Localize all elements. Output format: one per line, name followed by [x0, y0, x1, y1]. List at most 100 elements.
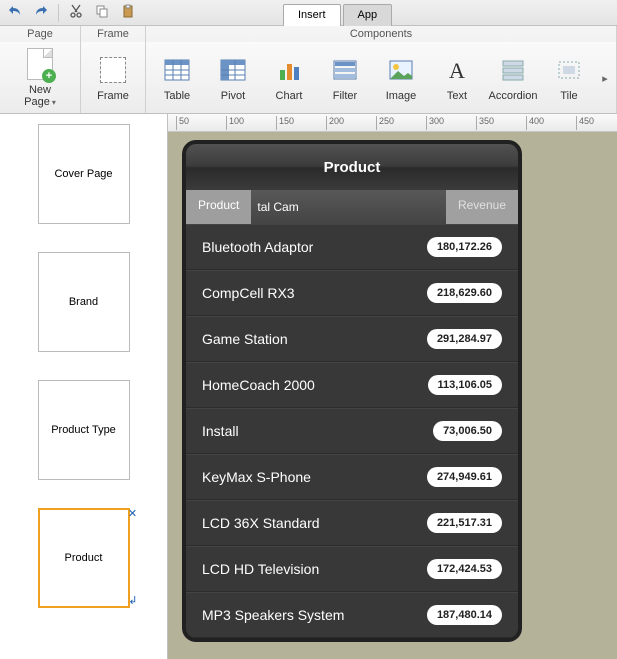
- panel-column-headers: Product tal Cam Revenue: [186, 190, 518, 224]
- product-name: LCD HD Television: [202, 561, 319, 577]
- table-row[interactable]: CompCell RX3 218,629.60: [186, 270, 518, 316]
- frame-button[interactable]: Frame: [85, 44, 141, 112]
- pivot-label: Pivot: [221, 90, 245, 102]
- table-icon: [161, 54, 193, 86]
- paste-icon: [120, 3, 136, 22]
- group-label-page: Page: [0, 26, 80, 42]
- revenue-value: 291,284.97: [427, 329, 502, 349]
- table-row[interactable]: LCD HD Television 172,424.53: [186, 546, 518, 592]
- text-button[interactable]: A Text: [430, 44, 484, 112]
- ribbon: Page + New Page▾ Frame Frame Components …: [0, 26, 617, 114]
- thumb-label: Brand: [69, 296, 98, 308]
- table-button[interactable]: Table: [150, 44, 204, 112]
- dropdown-icon: ▾: [52, 98, 56, 107]
- product-name: Game Station: [202, 331, 288, 347]
- ruler-tick: 50: [176, 116, 189, 130]
- chart-button[interactable]: Chart: [262, 44, 316, 112]
- revenue-value: 274,949.61: [427, 467, 502, 487]
- frame-icon: [97, 54, 129, 86]
- svg-text:A: A: [449, 58, 465, 83]
- ruler-tick: 400: [526, 116, 544, 130]
- image-label: Image: [386, 90, 417, 102]
- revenue-value: 73,006.50: [433, 421, 502, 441]
- product-name: CompCell RX3: [202, 285, 295, 301]
- pivot-icon: [217, 54, 249, 86]
- product-name: HomeCoach 2000: [202, 377, 315, 393]
- image-button[interactable]: Image: [374, 44, 428, 112]
- group-label-frame: Frame: [81, 26, 145, 42]
- product-panel[interactable]: Product Product tal Cam Revenue Bluetoot…: [182, 140, 522, 642]
- ruler-tick: 250: [376, 116, 394, 130]
- redo-button[interactable]: [30, 2, 52, 24]
- canvas[interactable]: Product Product tal Cam Revenue Bluetoot…: [168, 132, 617, 659]
- product-name: KeyMax S-Phone: [202, 469, 311, 485]
- enter-arrow-icon[interactable]: ↲: [128, 596, 137, 607]
- close-icon[interactable]: ✕: [128, 509, 138, 519]
- product-name: LCD 36X Standard: [202, 515, 320, 531]
- image-icon: [385, 54, 417, 86]
- accordion-button[interactable]: Accordion: [486, 44, 540, 112]
- ribbon-scroll-right[interactable]: ▸: [598, 44, 612, 112]
- table-row[interactable]: HomeCoach 2000 113,106.05: [186, 362, 518, 408]
- chart-label: Chart: [276, 90, 303, 102]
- new-page-label: New Page: [24, 84, 51, 108]
- product-name: Install: [202, 423, 239, 439]
- table-label: Table: [164, 90, 190, 102]
- thumb-label: Cover Page: [54, 168, 112, 180]
- tab-app[interactable]: App: [343, 4, 393, 26]
- revenue-value: 113,106.05: [428, 375, 502, 395]
- quick-access-toolbar: Insert App: [0, 0, 617, 26]
- ruler: 50100150200250300350400450: [168, 114, 617, 132]
- accordion-label: Accordion: [489, 90, 538, 102]
- filter-icon: [329, 54, 361, 86]
- accordion-icon: [497, 54, 529, 86]
- scissors-icon: [68, 3, 84, 22]
- paste-button[interactable]: [117, 2, 139, 24]
- revenue-value: 218,629.60: [427, 283, 502, 303]
- table-row[interactable]: Install 73,006.50: [186, 408, 518, 454]
- thumb-brand[interactable]: Brand: [38, 252, 130, 352]
- ruler-tick: 200: [326, 116, 344, 130]
- tile-label: Tile: [560, 90, 577, 102]
- table-row[interactable]: Bluetooth Adaptor 180,172.26: [186, 224, 518, 270]
- text-icon: A: [441, 54, 473, 86]
- thumb-product-type[interactable]: Product Type: [38, 380, 130, 480]
- thumb-label: Product: [65, 552, 103, 564]
- page-thumbnails: Cover Page Brand Product Type ✕ Product …: [0, 114, 168, 659]
- table-row[interactable]: Game Station 291,284.97: [186, 316, 518, 362]
- ribbon-tabs: Insert App: [283, 0, 394, 26]
- text-label: Text: [447, 90, 467, 102]
- thumb-cover-page[interactable]: Cover Page: [38, 124, 130, 224]
- cut-button[interactable]: [65, 2, 87, 24]
- tab-insert[interactable]: Insert: [283, 4, 341, 26]
- column-mid: tal Cam: [251, 190, 446, 224]
- new-page-button[interactable]: + New Page▾: [12, 44, 68, 112]
- panel-title: Product: [186, 144, 518, 190]
- frame-label: Frame: [97, 90, 129, 102]
- tile-button[interactable]: Tile: [542, 44, 596, 112]
- undo-icon: [7, 3, 23, 22]
- page-icon: +: [24, 48, 56, 80]
- ruler-tick: 450: [576, 116, 594, 130]
- ruler-tick: 300: [426, 116, 444, 130]
- product-list: Bluetooth Adaptor 180,172.26 CompCell RX3 2…: [186, 224, 518, 638]
- filter-button[interactable]: Filter: [318, 44, 372, 112]
- revenue-value: 172,424.53: [427, 559, 502, 579]
- thumb-label: Product Type: [51, 424, 116, 436]
- undo-button[interactable]: [4, 2, 26, 24]
- table-row[interactable]: MP3 Speakers System187,480.14: [186, 592, 518, 638]
- chart-icon: [273, 54, 305, 86]
- dragging-product-chip[interactable]: Product: [186, 190, 251, 224]
- filter-label: Filter: [333, 90, 357, 102]
- table-row[interactable]: LCD 36X Standard 221,517.31: [186, 500, 518, 546]
- group-label-components: Components: [146, 26, 616, 42]
- table-row[interactable]: KeyMax S-Phone 274,949.61: [186, 454, 518, 500]
- pivot-button[interactable]: Pivot: [206, 44, 260, 112]
- revenue-value: 221,517.31: [427, 513, 502, 533]
- copy-button[interactable]: [91, 2, 113, 24]
- product-name: Bluetooth Adaptor: [202, 239, 313, 255]
- revenue-value: 180,172.26: [427, 237, 502, 257]
- column-revenue[interactable]: Revenue: [446, 190, 518, 224]
- thumb-product[interactable]: ✕ Product ↲: [38, 508, 130, 608]
- ruler-tick: 150: [276, 116, 294, 130]
